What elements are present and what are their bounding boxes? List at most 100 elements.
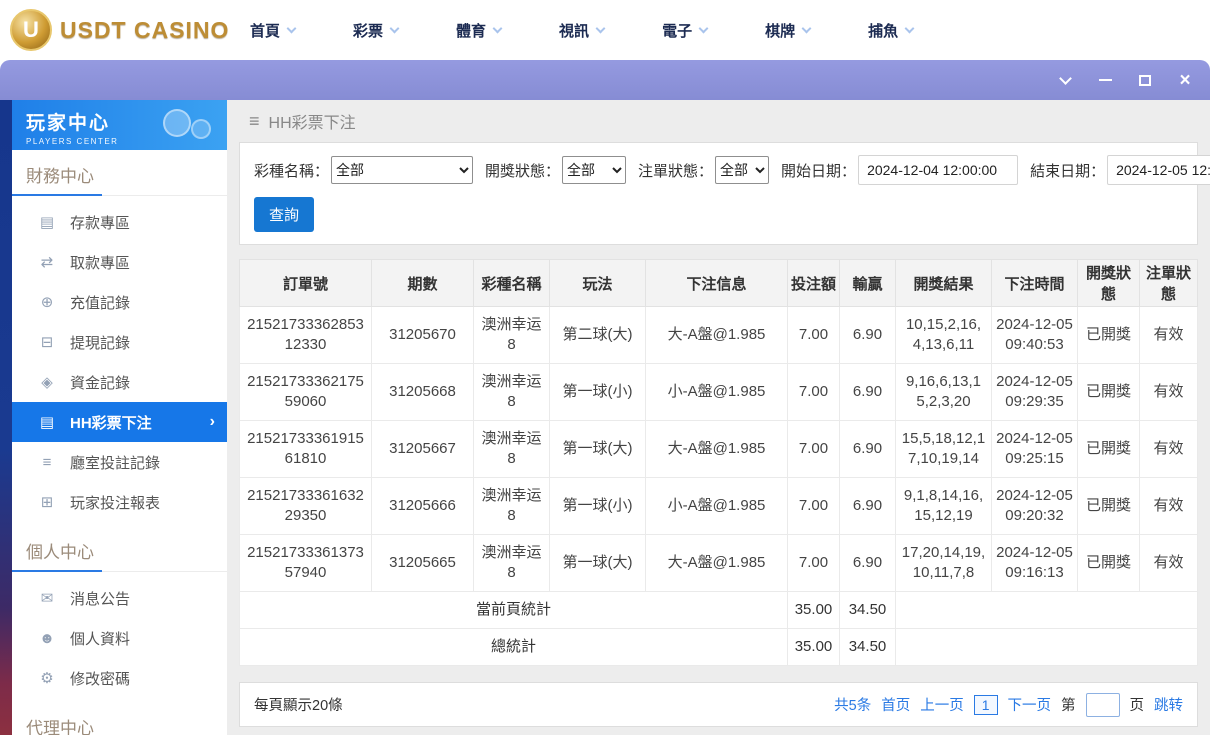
table-row: 2152173336137357940 31205665 澳洲幸运8 第一球(大… [239, 534, 1198, 592]
sidebar-item-label: 資金記錄 [70, 374, 131, 392]
cell-draw-status: 已開獎 [1077, 306, 1140, 364]
chevron-right-icon: › [209, 413, 215, 430]
page-title: HH彩票下注 [268, 115, 356, 132]
prev-page-link[interactable]: 上一页 [920, 694, 964, 715]
sidebar-item-hh-lottery-bets[interactable]: ▤ HH彩票下注 › [12, 402, 227, 442]
window-titlebar: × [0, 60, 1210, 100]
nav-menu: 首頁 彩票 體育 視訊 電子 棋牌 捕魚 [250, 20, 915, 41]
cell-order-id: 2152173336191561810 [239, 420, 372, 478]
nav-item-sports[interactable]: 體育 [456, 20, 503, 41]
window-chevron-down-icon[interactable] [1056, 71, 1074, 89]
table-row: 2152173336191561810 31205667 澳洲幸运8 第一球(大… [239, 420, 1198, 478]
summary-label: 總統計 [239, 628, 788, 666]
nav-item-slots[interactable]: 電子 [662, 20, 709, 41]
header-bet-time: 下注時間 [991, 259, 1078, 307]
end-date-input[interactable] [1107, 155, 1210, 185]
order-status-filter-label: 注單狀態： [638, 162, 714, 180]
cell-play-type: 第一球(小) [549, 363, 646, 421]
order-status-select[interactable]: 全部 [715, 156, 770, 184]
header-lottery-name: 彩種名稱 [473, 259, 550, 307]
window-minimize-icon[interactable] [1096, 71, 1114, 89]
sidebar-item-recharge-record[interactable]: ⊕ 充值記錄 [12, 282, 227, 322]
lottery-bet-icon: ▤ [39, 414, 55, 431]
cell-draw-status: 已開獎 [1077, 534, 1140, 592]
sidebar-item-hall-bet-record[interactable]: ≡ 廳室投註記錄 [12, 442, 227, 482]
header-win-loss: 輸贏 [839, 259, 896, 307]
cell-bet-time: 2024-12-05 09:29:35 [991, 363, 1078, 421]
sidebar-item-deposit[interactable]: ▤ 存款專區 [12, 202, 227, 242]
next-page-link[interactable]: 下一页 [1008, 694, 1052, 715]
sidebar-item-label: 玩家投注報表 [70, 494, 161, 512]
header-order-id: 訂單號 [239, 259, 372, 307]
sidebar-item-funds-record[interactable]: ◈ 資金記錄 [12, 362, 227, 402]
content-area: 玩家中心 PLAYERS CENTER 財務中心 ▤ 存款專區 ⇄ 取款專區 ⊕… [0, 100, 1210, 735]
chevron-down-icon [286, 23, 297, 33]
nav-item-label: 彩票 [353, 22, 384, 40]
breadcrumb: ≡ HH彩票下注 [239, 100, 1198, 142]
cell-period: 31205667 [371, 420, 474, 478]
sidebar-item-announcements[interactable]: ✉ 消息公告 [12, 578, 227, 618]
cell-win-loss: 6.90 [839, 420, 896, 478]
sidebar-item-change-password[interactable]: ⚙ 修改密碼 [12, 658, 227, 698]
window-close-icon[interactable]: × [1176, 71, 1194, 90]
sidebar-item-withdrawal-record[interactable]: ⊟ 提現記錄 [12, 322, 227, 362]
header-bet-info: 下注信息 [645, 259, 788, 307]
top-navigation: U USDT CASINO 首頁 彩票 體育 視訊 電子 棋牌 捕魚 [0, 0, 1210, 60]
nav-item-label: 電子 [662, 22, 693, 40]
nav-item-board-games[interactable]: 棋牌 [765, 20, 812, 41]
cell-period: 31205666 [371, 477, 474, 535]
header-bet-amount: 投注額 [787, 259, 840, 307]
page-jump-input[interactable] [1085, 692, 1120, 717]
pagination-bar: 每頁顯示20條 共5条 首页 上一页 1 下一页 第 页 跳转 [239, 682, 1198, 727]
cell-lottery-name: 澳洲幸运8 [473, 306, 550, 364]
window-maximize-icon[interactable] [1136, 71, 1154, 89]
total-count-text: 共5条 [834, 698, 872, 714]
withdrawal-record-icon: ⊟ [40, 334, 54, 351]
section-title-finance: 財務中心 [12, 150, 227, 196]
first-page-link[interactable]: 首页 [881, 694, 910, 715]
cell-order-id: 2152173336137357940 [239, 534, 372, 592]
cell-order-status: 有效 [1139, 420, 1198, 478]
lottery-select[interactable]: 全部 [331, 156, 474, 184]
cell-lottery-name: 澳洲幸运8 [473, 534, 550, 592]
cell-order-id: 2152173336285312330 [239, 306, 372, 364]
sidebar-item-player-report[interactable]: ⊞ 玩家投注報表 [12, 482, 227, 522]
player-report-icon: ⊞ [40, 494, 54, 511]
cell-draw-result: 9,1,8,14,16,15,12,19 [895, 477, 992, 535]
cell-order-status: 有效 [1139, 363, 1198, 421]
hamburger-icon[interactable]: ≡ [249, 111, 260, 132]
sidebar-item-profile[interactable]: ☻ 個人資料 [12, 618, 227, 658]
nav-item-label: 棋牌 [765, 22, 796, 40]
end-date-label: 結束日期： [1030, 162, 1106, 180]
nav-item-fishing[interactable]: 捕魚 [868, 20, 915, 41]
start-date-input[interactable] [858, 155, 1019, 185]
cell-lottery-name: 澳洲幸运8 [473, 477, 550, 535]
nav-item-lottery[interactable]: 彩票 [353, 20, 400, 41]
logo[interactable]: U USDT CASINO [0, 9, 250, 51]
search-button[interactable]: 查詢 [254, 197, 315, 232]
recharge-record-icon: ⊕ [40, 294, 54, 311]
section-title-personal: 個人中心 [12, 526, 227, 572]
cell-bet-time: 2024-12-05 09:25:15 [991, 420, 1078, 478]
nav-item-home[interactable]: 首頁 [250, 20, 297, 41]
chevron-down-icon [389, 23, 400, 33]
draw-status-filter: 開獎狀態： 全部 [485, 156, 627, 184]
draw-status-select[interactable]: 全部 [562, 156, 627, 184]
cell-win-loss: 6.90 [839, 477, 896, 535]
sidebar-item-withdraw[interactable]: ⇄ 取款專區 [12, 242, 227, 282]
chevron-down-icon [801, 23, 812, 33]
table-row: 2152173336163229350 31205666 澳洲幸运8 第一球(小… [239, 477, 1198, 535]
sidebar-item-label: HH彩票下注 [70, 414, 152, 432]
cell-bet-info: 小-A盤@1.985 [645, 477, 788, 535]
cell-order-id: 2152173336217559060 [239, 363, 372, 421]
hall-bet-record-icon: ≡ [42, 453, 52, 471]
cell-draw-result: 15,5,18,12,17,10,19,14 [895, 420, 992, 478]
current-page-badge[interactable]: 1 [973, 694, 998, 715]
sidebar-item-label: 存款專區 [70, 214, 131, 232]
nav-item-live-video[interactable]: 視訊 [559, 20, 606, 41]
jump-button[interactable]: 跳转 [1154, 694, 1183, 715]
start-date-label: 開始日期： [781, 162, 857, 180]
cell-play-type: 第一球(大) [549, 534, 646, 592]
finance-menu: ▤ 存款專區 ⇄ 取款專區 ⊕ 充值記錄 ⊟ 提現記錄 ◈ 資金記錄 ▤ HH彩… [12, 196, 227, 526]
nav-item-label: 捕魚 [868, 22, 899, 40]
